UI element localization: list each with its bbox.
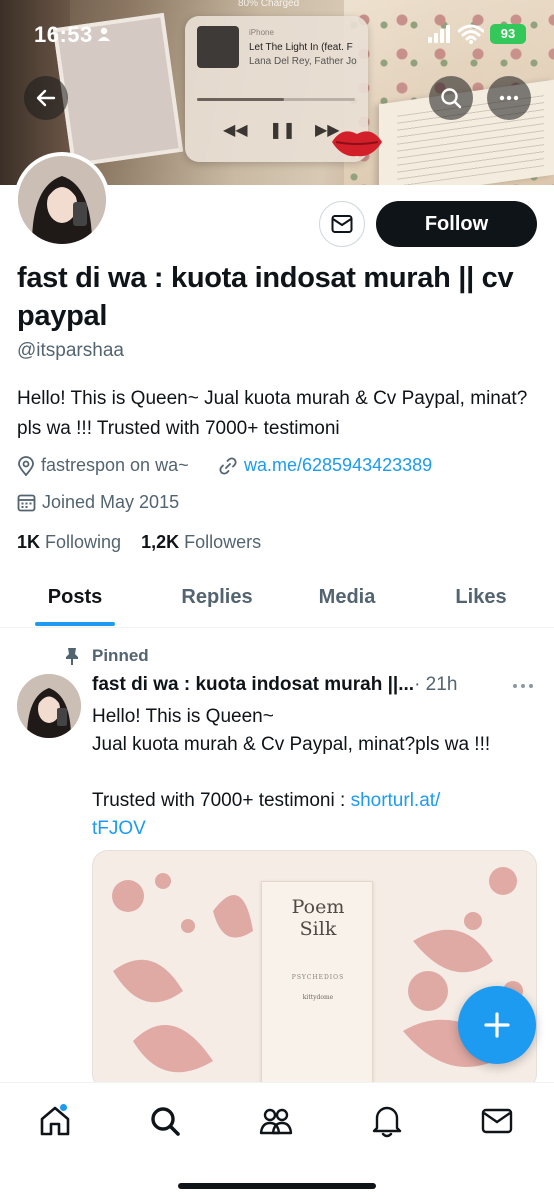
- communities-icon: [259, 1108, 293, 1135]
- tweet-text: Hello! This is Queen~ Jual kuota murah &…: [92, 703, 542, 843]
- nav-notifications[interactable]: [367, 1101, 407, 1141]
- tweet-more-button[interactable]: [512, 677, 534, 695]
- poem-card-subtitle-2: kittydome: [302, 994, 334, 1001]
- arrow-left-icon: [36, 89, 56, 107]
- rewind-icon: ◀◀: [223, 122, 248, 139]
- tab-replies[interactable]: Replies: [160, 568, 274, 628]
- battery-indicator: 93: [490, 24, 526, 44]
- tweet-header: fast di wa : kuota indosat murah ||...· …: [92, 674, 492, 696]
- person-icon: [98, 27, 110, 41]
- follow-button[interactable]: Follow: [376, 201, 537, 247]
- profile-location: fastrespon on wa~: [17, 455, 189, 476]
- search-icon: [441, 88, 462, 109]
- following-count: 1K: [17, 532, 41, 552]
- profile-location-text: fastrespon on wa~: [41, 455, 189, 475]
- profile-handle: @itsparshaa: [17, 340, 124, 361]
- home-indicator: [178, 1183, 376, 1189]
- pin-icon: [64, 647, 80, 665]
- tweet-link[interactable]: shorturl.at/: [351, 790, 441, 811]
- nav-search[interactable]: [145, 1101, 185, 1141]
- followers-stat[interactable]: 1,2K Followers: [141, 532, 261, 552]
- poem-silk-card: Poem Silk PSYCHEDIOS kittydome: [261, 881, 374, 1089]
- tweet-author-name[interactable]: fast di wa : kuota indosat murah ||...: [92, 674, 414, 695]
- tweet-line: Jual kuota murah & Cv Paypal, minat?pls …: [92, 734, 491, 755]
- poem-card-title: Poem Silk: [262, 896, 374, 940]
- profile-tabs: Posts Replies Media Likes: [0, 568, 554, 628]
- tweet-line: Hello! This is Queen~: [92, 706, 274, 727]
- tab-posts[interactable]: Posts: [20, 568, 130, 628]
- more-horizontal-icon: [513, 684, 533, 688]
- compose-post-button[interactable]: [458, 986, 536, 1064]
- battery-level: 93: [500, 26, 516, 41]
- following-stat[interactable]: 1K Following: [17, 532, 121, 552]
- profile-website-link[interactable]: wa.me/6285943423389: [244, 455, 432, 476]
- message-button[interactable]: [319, 201, 365, 247]
- pause-icon: ❚❚: [269, 122, 296, 139]
- profile-avatar[interactable]: [14, 152, 110, 248]
- home-notification-dot: [59, 1103, 68, 1112]
- profile-bio: Hello! This is Queen~ Jual kuota murah &…: [17, 388, 528, 439]
- profile-join-date-text: Joined May 2015: [42, 492, 180, 512]
- messages-icon: [481, 1108, 513, 1134]
- profile-join-date: Joined May 2015: [17, 492, 179, 513]
- tab-likes[interactable]: Likes: [426, 568, 536, 628]
- calendar-icon: [17, 493, 36, 512]
- link-icon: [218, 456, 238, 476]
- profile-display-name: fast di wa : kuota indosat murah || cv p…: [17, 262, 514, 332]
- nav-communities[interactable]: [256, 1101, 296, 1141]
- nav-home[interactable]: [35, 1101, 75, 1141]
- active-tab-indicator: [35, 622, 115, 626]
- bottom-navigation: [0, 1082, 554, 1200]
- tab-media[interactable]: Media: [292, 568, 402, 628]
- profile-stats: 1K Following 1,2K Followers: [17, 532, 261, 553]
- following-label: Following: [45, 532, 122, 552]
- wifi-icon: [458, 24, 484, 44]
- charging-label: 80% Charged: [238, 0, 300, 9]
- back-button[interactable]: [24, 76, 68, 120]
- notifications-icon: [372, 1106, 402, 1138]
- poem-card-subtitle: PSYCHEDIOS: [291, 974, 345, 981]
- avatar-image: [18, 156, 106, 244]
- tweet-line: Trusted with 7000+ testimoni : shorturl.…: [92, 787, 542, 815]
- more-horizontal-icon: [499, 95, 519, 101]
- avatar-image: [17, 674, 81, 738]
- pinned-text: Pinned: [92, 646, 149, 665]
- tweet-time[interactable]: · 21h: [414, 674, 457, 695]
- tweet-link-continued[interactable]: tFJOV: [92, 815, 542, 843]
- followers-count: 1,2K: [141, 532, 180, 552]
- poem-title-line: Silk: [299, 918, 337, 940]
- plus-icon: [484, 1012, 510, 1038]
- status-bar: 16:53 80% Charged 93: [0, 0, 554, 60]
- tweet-line-text: Trusted with 7000+ testimoni :: [92, 790, 351, 811]
- more-options-button[interactable]: [487, 76, 531, 120]
- followers-label: Followers: [184, 532, 262, 552]
- pinned-label: Pinned: [64, 646, 149, 666]
- profile-website[interactable]: wa.me/6285943423389: [218, 455, 432, 476]
- location-pin-icon: [17, 455, 35, 476]
- search-button[interactable]: [429, 76, 473, 120]
- search-icon: [151, 1107, 180, 1136]
- tweet-author-avatar[interactable]: [17, 674, 81, 738]
- now-playing-progress: [197, 98, 355, 101]
- status-time: 16:53: [34, 22, 93, 47]
- poem-title-line: Poem: [291, 896, 345, 918]
- lips-sticker-icon: [332, 131, 382, 157]
- nav-messages[interactable]: [477, 1101, 517, 1141]
- envelope-icon: [331, 215, 353, 233]
- cellular-signal-icon: [428, 25, 450, 43]
